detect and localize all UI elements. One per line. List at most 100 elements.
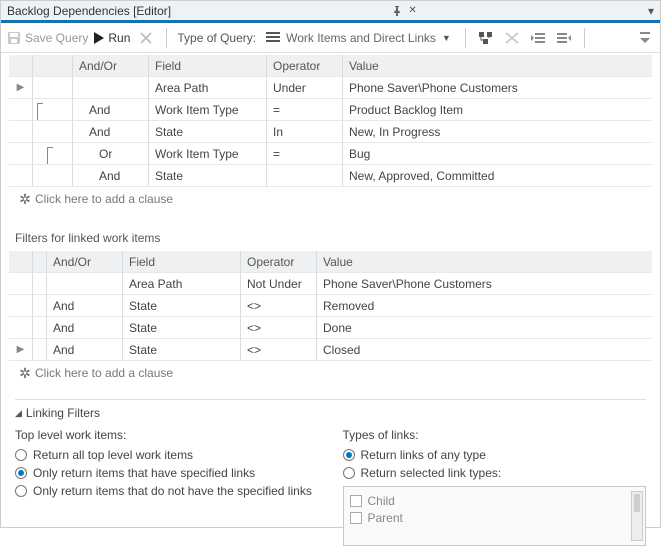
- cell-andor[interactable]: [47, 273, 123, 295]
- cell-andor[interactable]: And: [73, 121, 149, 143]
- row-handle[interactable]: [9, 165, 33, 187]
- cell-value[interactable]: New, Approved, Committed: [343, 165, 652, 187]
- link-types-group: Types of links: Return links of any type…: [343, 428, 647, 546]
- link-types-listbox[interactable]: Child Parent: [343, 486, 647, 546]
- linking-filters-header[interactable]: ◢ Linking Filters: [15, 406, 646, 420]
- clause-row[interactable]: AndState<>Done: [9, 317, 652, 339]
- radio-option[interactable]: Return links of any type: [343, 448, 647, 462]
- cell-value[interactable]: Product Backlog Item: [343, 99, 652, 121]
- cell-value[interactable]: Closed: [317, 339, 652, 361]
- row-handle[interactable]: [9, 143, 33, 165]
- cell-andor[interactable]: And: [47, 317, 123, 339]
- clause-row[interactable]: OrWork Item Type=Bug: [9, 143, 652, 165]
- indent-right-icon[interactable]: [554, 28, 574, 48]
- clause-row[interactable]: ▶ AndState<>Closed: [9, 339, 652, 361]
- cell-value[interactable]: Phone Saver\Phone Customers: [343, 77, 652, 99]
- cell-operator[interactable]: <>: [241, 295, 317, 317]
- pin-icon[interactable]: [389, 6, 405, 16]
- col-andor[interactable]: And/Or: [47, 251, 123, 273]
- cell-field[interactable]: Area Path: [149, 77, 267, 99]
- radio-option[interactable]: Return all top level work items: [15, 448, 319, 462]
- link-type-item[interactable]: Child: [350, 494, 640, 508]
- bracket-cell: [33, 295, 47, 317]
- col-field[interactable]: Field: [123, 251, 241, 273]
- cell-value[interactable]: New, In Progress: [343, 121, 652, 143]
- cell-operator[interactable]: Under: [267, 77, 343, 99]
- row-handle[interactable]: [9, 295, 33, 317]
- window-menu-icon[interactable]: ▾: [638, 4, 654, 18]
- cell-operator[interactable]: <>: [241, 339, 317, 361]
- add-clause-row[interactable]: ✲Click here to add a clause: [9, 361, 652, 385]
- clause-row[interactable]: AndWork Item Type=Product Backlog Item: [9, 99, 652, 121]
- col-value[interactable]: Value: [317, 251, 652, 273]
- link-type-label: Child: [368, 494, 395, 508]
- query-type-select[interactable]: Work Items and Direct Links ▼: [262, 29, 455, 47]
- cell-field[interactable]: Work Item Type: [149, 143, 267, 165]
- cell-value[interactable]: Bug: [343, 143, 652, 165]
- col-operator[interactable]: Operator: [267, 55, 343, 77]
- row-handle[interactable]: [9, 317, 33, 339]
- row-handle[interactable]: [9, 99, 33, 121]
- cell-field[interactable]: State: [123, 317, 241, 339]
- delete-icon: [136, 28, 156, 48]
- run-label: Run: [108, 31, 130, 45]
- cell-field[interactable]: Work Item Type: [149, 99, 267, 121]
- radio-option[interactable]: Only return items that have specified li…: [15, 466, 319, 480]
- bracket-cell: [33, 99, 73, 121]
- clause-row[interactable]: ▶ Area PathUnderPhone Saver\Phone Custome…: [9, 77, 652, 99]
- link-types-heading: Types of links:: [343, 428, 647, 442]
- cell-field[interactable]: State: [149, 121, 267, 143]
- col-value[interactable]: Value: [343, 55, 652, 77]
- radio-label: Only return items that have specified li…: [33, 466, 255, 480]
- scrollbar[interactable]: [631, 491, 643, 541]
- cell-operator[interactable]: [267, 165, 343, 187]
- col-operator[interactable]: Operator: [241, 251, 317, 273]
- row-handle[interactable]: ▶: [9, 77, 33, 99]
- query-type-icon: [266, 32, 280, 44]
- save-query-button: Save Query: [7, 31, 88, 45]
- clause-row[interactable]: AndState New, Approved, Committed: [9, 165, 652, 187]
- indent-left-icon[interactable]: [528, 28, 548, 48]
- toolbar-overflow-icon[interactable]: [636, 32, 654, 44]
- tree-icon[interactable]: [476, 28, 496, 48]
- cell-value[interactable]: Phone Saver\Phone Customers: [317, 273, 652, 295]
- cell-value[interactable]: Removed: [317, 295, 652, 317]
- checkbox-icon: [350, 495, 362, 507]
- cell-andor[interactable]: And: [73, 99, 149, 121]
- clause-row[interactable]: Area PathNot UnderPhone Saver\Phone Cust…: [9, 273, 652, 295]
- top-level-items-heading: Top level work items:: [15, 428, 319, 442]
- clause-row[interactable]: AndState<>Removed: [9, 295, 652, 317]
- row-handle[interactable]: ▶: [9, 339, 33, 361]
- radio-option[interactable]: Return selected link types:: [343, 466, 647, 480]
- row-handle[interactable]: [9, 121, 33, 143]
- link-type-item[interactable]: Parent: [350, 511, 640, 525]
- cell-operator[interactable]: =: [267, 143, 343, 165]
- cell-operator[interactable]: =: [267, 99, 343, 121]
- cell-operator[interactable]: <>: [241, 317, 317, 339]
- cell-operator[interactable]: In: [267, 121, 343, 143]
- cell-field[interactable]: State: [123, 295, 241, 317]
- run-button[interactable]: Run: [94, 31, 130, 45]
- clause-row[interactable]: AndStateInNew, In Progress: [9, 121, 652, 143]
- radio-option[interactable]: Only return items that do not have the s…: [15, 484, 319, 498]
- filter-grid-primary: And/OrFieldOperatorValue ▶ Area PathUnderP…: [1, 53, 660, 215]
- cell-field[interactable]: Area Path: [123, 273, 241, 295]
- col-field[interactable]: Field: [149, 55, 267, 77]
- row-handle[interactable]: [9, 273, 33, 295]
- save-icon: [7, 31, 21, 45]
- bracket-cell: [33, 165, 73, 187]
- cell-value[interactable]: Done: [317, 317, 652, 339]
- col-andor[interactable]: And/Or: [73, 55, 149, 77]
- cell-field[interactable]: State: [149, 165, 267, 187]
- cell-andor[interactable]: Or: [73, 143, 149, 165]
- cell-andor[interactable]: And: [73, 165, 149, 187]
- cell-andor[interactable]: And: [47, 339, 123, 361]
- cell-field[interactable]: State: [123, 339, 241, 361]
- linking-filters-section: ◢ Linking Filters Top level work items: …: [15, 399, 646, 546]
- cell-andor[interactable]: And: [47, 295, 123, 317]
- cell-andor[interactable]: [73, 77, 149, 99]
- save-query-label: Save Query: [25, 31, 88, 45]
- close-icon[interactable]: ✕: [405, 5, 421, 16]
- cell-operator[interactable]: Not Under: [241, 273, 317, 295]
- add-clause-row[interactable]: ✲Click here to add a clause: [9, 187, 652, 211]
